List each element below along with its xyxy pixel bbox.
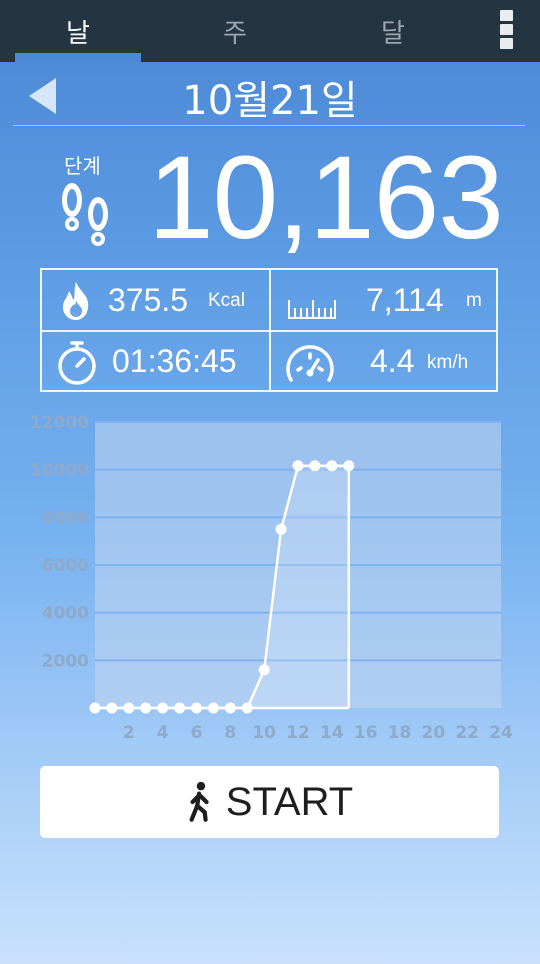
- duration-value: 01:36:45: [112, 343, 237, 379]
- footprints-icon: [62, 183, 108, 246]
- x-tick-label: 12: [286, 723, 310, 743]
- data-point: [326, 460, 338, 472]
- ruler-icon: [288, 300, 336, 319]
- speedometer-icon: [286, 345, 334, 382]
- data-point: [140, 702, 152, 714]
- data-point: [106, 702, 118, 714]
- data-point: [258, 664, 270, 676]
- stopwatch-icon: [58, 341, 96, 385]
- x-tick-label: 6: [191, 723, 203, 743]
- walking-person-icon: [189, 781, 209, 822]
- y-tick-label: 6000: [42, 556, 89, 576]
- start-button-label: START: [225, 779, 354, 824]
- distance-unit: m: [466, 290, 482, 311]
- data-point: [309, 460, 321, 472]
- data-point: [157, 702, 169, 714]
- x-tick-label: 14: [320, 723, 344, 743]
- header-divider: [13, 125, 525, 126]
- distance-value: 7,114: [366, 282, 444, 318]
- speed-value: 4.4: [370, 343, 415, 379]
- y-tick-label: 8000: [42, 508, 89, 528]
- x-tick-label: 8: [224, 723, 236, 743]
- x-tick-label: 4: [157, 723, 169, 743]
- data-point: [174, 702, 186, 714]
- y-tick-label: 10000: [30, 461, 89, 481]
- steps-label: 단계: [64, 154, 101, 178]
- start-button[interactable]: START: [40, 766, 499, 838]
- tab-bar: 날 주 달: [0, 0, 540, 62]
- data-point: [343, 460, 355, 472]
- data-point: [292, 460, 304, 472]
- data-point: [224, 702, 236, 714]
- date-header: 10월21일: [0, 62, 540, 126]
- data-point: [207, 702, 219, 714]
- x-tick-label: 20: [421, 723, 445, 743]
- calories-value: 375.5: [108, 282, 189, 318]
- x-tick-label: 16: [354, 723, 378, 743]
- x-tick-label: 10: [252, 723, 276, 743]
- date-title: 10월21일: [182, 78, 358, 124]
- data-point: [241, 702, 253, 714]
- x-tick-label: 18: [388, 723, 412, 743]
- x-tick-label: 24: [489, 723, 513, 743]
- y-tick-label: 2000: [42, 651, 89, 671]
- tab-active-indicator: [15, 53, 141, 62]
- tab-month[interactable]: 달: [330, 0, 456, 62]
- step-count: 10,163: [148, 132, 504, 264]
- y-tick-label: 12000: [30, 413, 89, 433]
- stats-grid: 375.5 Kcal 7,114 m 01:36:45 4.4 km/h: [40, 268, 498, 392]
- tab-week[interactable]: 주: [172, 0, 298, 62]
- calories-unit: Kcal: [208, 290, 245, 311]
- x-tick-label: 2: [123, 723, 135, 743]
- data-point: [275, 523, 287, 535]
- data-point: [123, 702, 135, 714]
- speed-unit: km/h: [427, 352, 469, 373]
- y-tick-label: 4000: [42, 604, 89, 624]
- steps-chart: 200040006000800010000120002 4 6 8 10 12 14 16 18…: [30, 413, 513, 743]
- x-tick-label: 22: [455, 723, 479, 743]
- data-point: [89, 702, 101, 714]
- stats-divider-horizontal: [42, 330, 496, 332]
- flame-icon: [63, 282, 89, 320]
- overflow-menu-icon[interactable]: [492, 6, 522, 54]
- data-point: [191, 702, 202, 714]
